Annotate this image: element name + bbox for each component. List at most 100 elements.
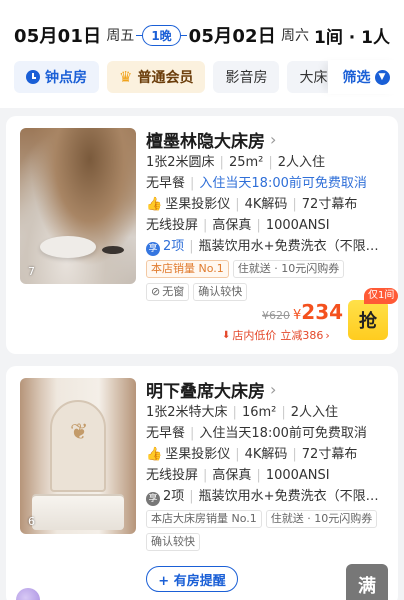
room-photo[interactable]: ❦ 6 — [20, 378, 136, 534]
feature: 4K解码 — [244, 447, 288, 462]
current-price: 234 — [301, 300, 344, 324]
room-specs: 1张2米圆床 | 25m² | 2人入住 — [146, 155, 326, 170]
filter-chip-label: 大床 — [299, 70, 328, 86]
meal-info: 无早餐 — [146, 426, 186, 441]
filter-chip-hourly[interactable]: 钟点房 — [14, 61, 99, 93]
discount-label: 店内低价 — [232, 329, 277, 342]
thumbs-up-icon: 👍 — [146, 197, 163, 212]
availability-alert-button[interactable]: + 有房提醒 — [146, 566, 238, 592]
filter-chip-label: 普通会员 — [137, 70, 194, 86]
amenities-text: 瓶装饮用水+免费洗衣（不限… — [198, 489, 379, 504]
room-info: 檀墨林隐大床房 › 1张2米圆床 | 25m² | 2人入住 无早餐 | 入住当天18:00… — [146, 126, 388, 303]
feature: 4K解码 — [244, 197, 288, 212]
feature: 1000ANSI — [265, 218, 330, 233]
amenity-badge-icon: 享 — [146, 242, 160, 256]
confirm-tag: 确认较快 — [146, 533, 200, 551]
amenities-line: 享 2项 | 瓶装饮用水+免费洗衣（不限… — [146, 486, 388, 507]
chevron-right-icon: › — [325, 328, 330, 342]
feature: 高保真 — [212, 218, 252, 233]
meal-info: 无早餐 — [146, 176, 186, 191]
discount-info: ⬇ 店内低价 立减386 › — [222, 326, 330, 344]
no-window-icon: ⊘ — [151, 285, 161, 298]
date-selector[interactable]: 05月01日 周五 1晚 05月02日 周六 1间 · 1人 — [14, 18, 390, 52]
feature: 72寸幕布 — [301, 447, 358, 462]
amenity-badge-icon: 享 — [146, 492, 160, 506]
room-photo[interactable]: 7 — [20, 128, 136, 284]
room-info: 明下叠席大床房 › 1张2米特大床 | 16m² | 2人入住 无早餐 | 入住当天18:0… — [146, 376, 388, 553]
currency-symbol: ¥ — [293, 308, 302, 323]
filter-button[interactable]: 筛选 ▼ — [328, 60, 404, 94]
checkin-date[interactable]: 05月01日 — [14, 22, 101, 48]
stool-illustration — [102, 246, 124, 254]
confirm-tag: 确认较快 — [193, 283, 248, 301]
filter-chip-label: 影音房 — [225, 70, 268, 86]
photo-count: 6 — [28, 515, 35, 528]
room-area: 25m² — [228, 155, 264, 170]
filter-button-label: 筛选 — [342, 70, 371, 86]
feature: 无线投屏 — [146, 218, 199, 233]
photo-count: 7 — [28, 265, 35, 278]
amenities-text: 瓶装饮用水+免费洗衣（不限… — [198, 239, 379, 254]
room-card[interactable]: ❦ 6 明下叠席大床房 › 1张2米特大床 | 16m² | 2人入住 无早餐 | 入住当天… — [6, 366, 398, 600]
occupancy: 2人入住 — [290, 405, 339, 420]
bed-illustration — [32, 496, 124, 530]
discount-amount: 立减386 — [280, 329, 324, 342]
tag-row: 本店大床房销量 No.1 住就送 · 10元闪购券 — [146, 508, 388, 530]
search-header: 05月01日 周五 1晚 05月02日 周六 1间 · 1人 钟点房 ♛ 普通会… — [0, 0, 404, 108]
original-price: ¥620 — [262, 309, 290, 322]
no-window-tag: ⊘ 无窗 — [146, 283, 190, 301]
bed-type: 1张2米特大床 — [146, 405, 228, 420]
sales-tag: 本店大床房销量 No.1 — [146, 510, 262, 528]
bed-type: 1张2米圆床 — [146, 155, 215, 170]
tag-row: 确认较快 — [146, 531, 388, 553]
rooms-guests-selector[interactable]: 1间 · 1人 — [314, 23, 390, 48]
checkout-weekday: 周六 — [280, 28, 309, 44]
feature: 72寸幕布 — [301, 197, 358, 212]
policy-line: 无早餐 | 入住当天18:00前可免费取消 — [146, 176, 367, 191]
policy-line: 无早餐 | 入住当天18:00前可免费取消 — [146, 426, 367, 441]
features-line: 👍 坚果投影仪 | 4K解码 | 72寸幕布 — [146, 447, 358, 462]
book-button[interactable]: 抢 — [348, 300, 388, 340]
room-card[interactable]: 7 檀墨林隐大床房 › 1张2米圆床 | 25m² | 2人入住 无早餐 | 入住当天18:… — [6, 116, 399, 354]
chevron-right-icon: › — [270, 129, 277, 149]
filter-chip-member[interactable]: ♛ 普通会员 — [107, 61, 206, 93]
features-line: 👍 坚果投影仪 | 4K解码 | 72寸幕布 — [146, 197, 358, 212]
tag-row: 本店销量 No.1 住就送 · 10元闪购券 — [146, 258, 388, 280]
cancel-policy: 入住当天18:00前可免费取消 — [199, 426, 367, 441]
round-bed-illustration — [40, 236, 96, 258]
amenity-count: 2项 — [163, 239, 185, 254]
room-name-text: 明下叠席大床房 — [146, 381, 265, 402]
thumbs-up-icon: 👍 — [146, 447, 163, 462]
arrow-down-icon: ⬇ — [222, 329, 231, 341]
limited-stock-badge: 仅1间 — [364, 288, 399, 304]
features-line: 无线投屏 | 高保真 | 1000ANSI — [146, 468, 330, 483]
filter-chip-av-room[interactable]: 影音房 — [213, 61, 280, 93]
amenities-line: 享 2项 | 瓶装饮用水+免费洗衣（不限… — [146, 236, 388, 257]
sales-tag: 本店销量 No.1 — [146, 260, 229, 278]
checkout-date[interactable]: 05月02日 — [189, 22, 276, 48]
feature: 无线投屏 — [146, 468, 199, 483]
amenity-count: 2项 — [163, 489, 185, 504]
plant-illustration: ❦ — [70, 420, 89, 445]
feature: 1000ANSI — [265, 468, 330, 483]
features-line: 无线投屏 | 高保真 | 1000ANSI — [146, 218, 330, 233]
nights-badge: 1晚 — [136, 24, 188, 46]
price-block: ¥620 ¥ 234 — [262, 300, 343, 326]
filter-chip-label: 钟点房 — [45, 70, 87, 86]
room-specs: 1张2米特大床 | 16m² | 2人入住 — [146, 405, 339, 420]
feature: 坚果投影仪 — [165, 197, 231, 212]
no-window-text: 无窗 — [162, 285, 185, 298]
chevron-down-icon: ▼ — [374, 69, 390, 85]
cancel-policy: 入住当天18:00前可免费取消 — [199, 176, 367, 191]
occupancy: 2人入住 — [277, 155, 326, 170]
feature: 高保真 — [212, 468, 252, 483]
promo-tag: 住就送 · 10元闪购券 — [232, 260, 345, 278]
promo-tag: 住就送 · 10元闪购券 — [265, 510, 378, 528]
sold-out-badge: 满 — [346, 564, 388, 600]
room-name[interactable]: 明下叠席大床房 › — [146, 376, 388, 402]
chevron-right-icon: › — [270, 379, 277, 399]
checkin-weekday: 周五 — [106, 28, 135, 44]
room-name[interactable]: 檀墨林隐大床房 › — [146, 126, 388, 152]
crown-icon: ♛ — [119, 68, 133, 86]
room-name-text: 檀墨林隐大床房 — [146, 131, 265, 152]
